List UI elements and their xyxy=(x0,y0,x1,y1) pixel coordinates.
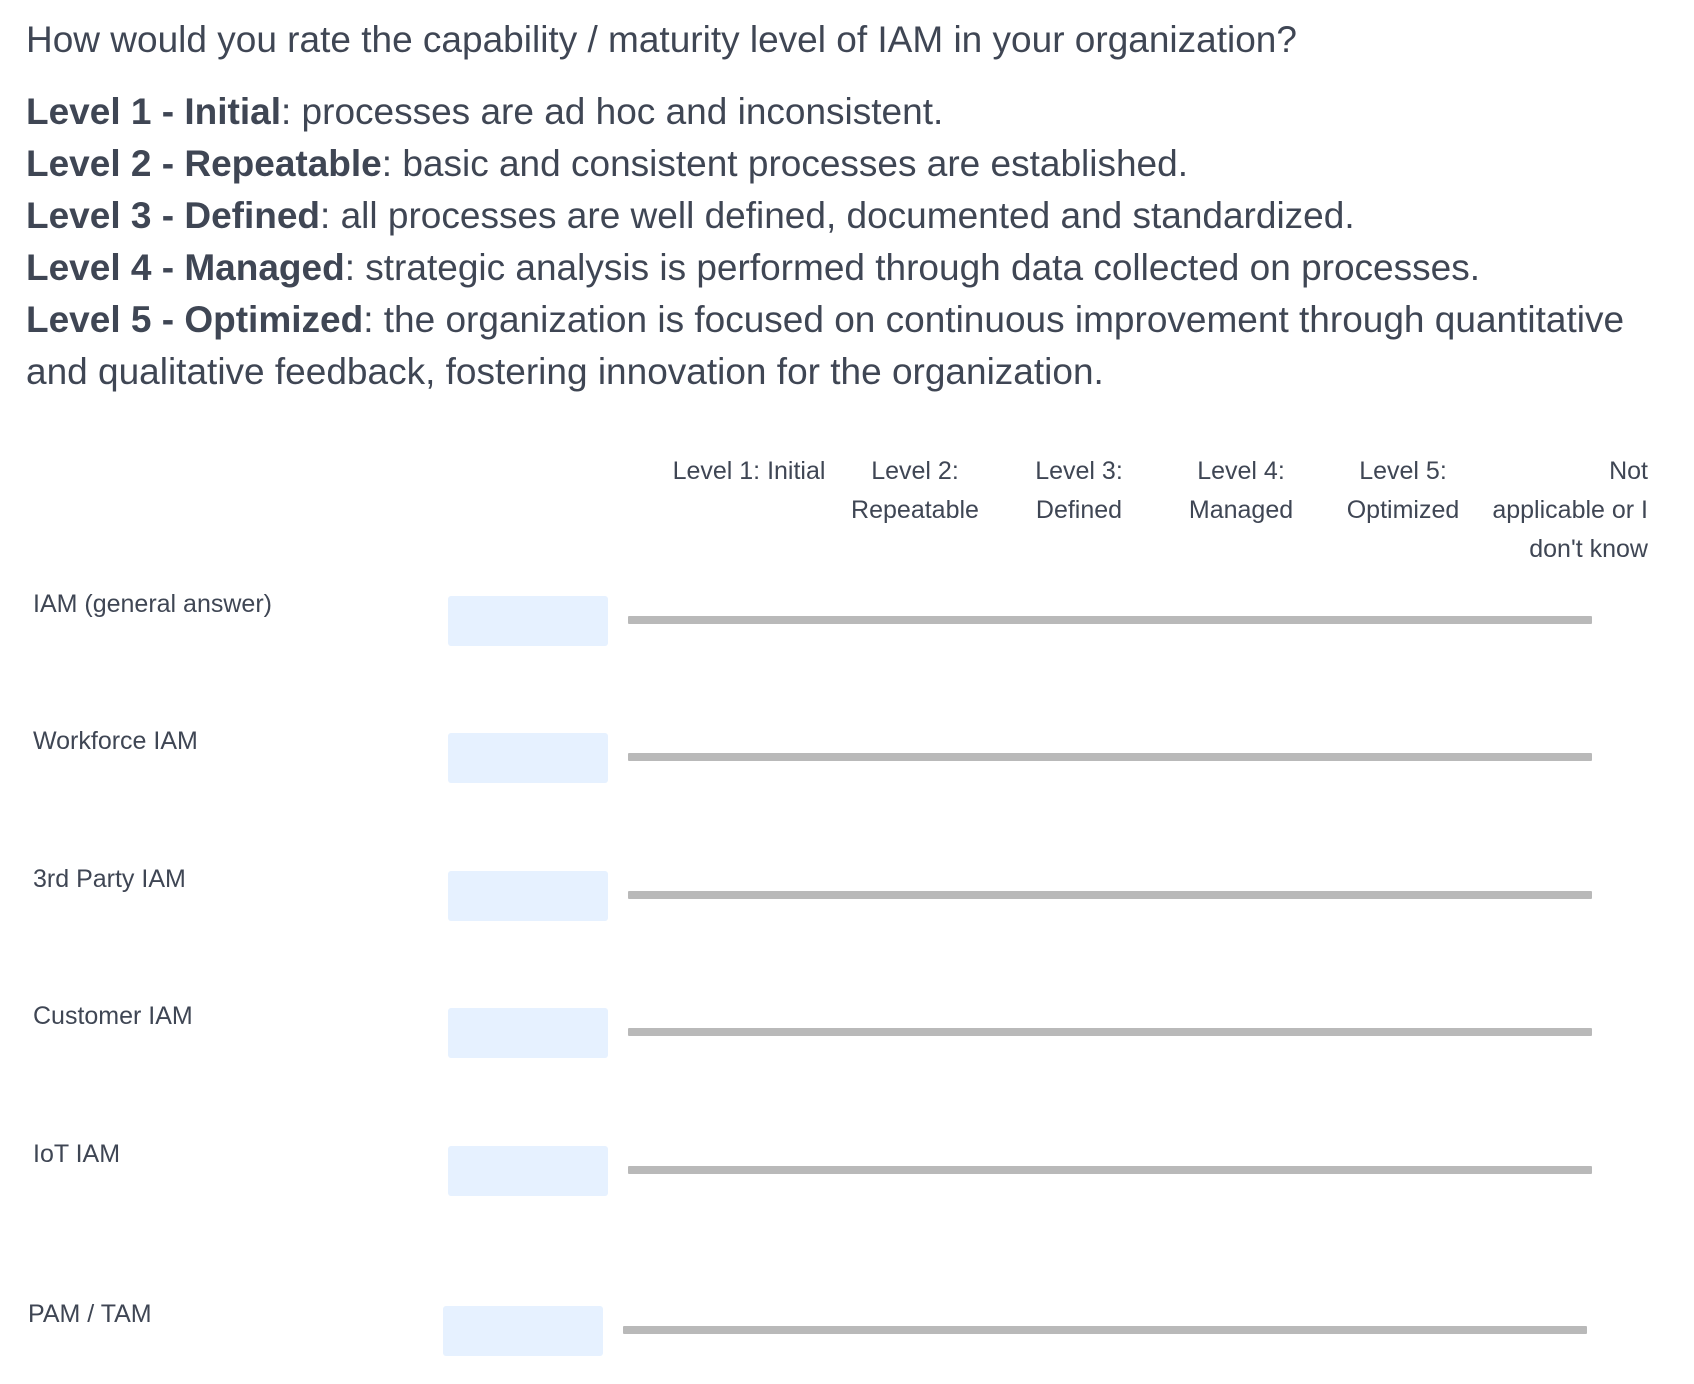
column-header-level-2: Level 2: Repeatable xyxy=(851,457,979,524)
level-2-desc: : basic and consistent processes are est… xyxy=(381,143,1188,184)
matrix-row: IoT IAM xyxy=(0,1138,1694,1218)
scale-column-headers: Level 1: Initial Level 2: Repeatable Lev… xyxy=(0,452,1694,572)
row-label: PAM / TAM xyxy=(28,1300,152,1328)
question-title: How would you rate the capability / matu… xyxy=(26,19,1297,60)
level-2-definition: Level 2 - Repeatable: basic and consiste… xyxy=(26,138,1666,190)
row-label: IoT IAM xyxy=(33,1140,121,1168)
level-1-name: Level 1 - Initial xyxy=(26,91,281,132)
level-3-name: Level 3 - Defined xyxy=(26,195,321,236)
question-text: How would you rate the capability / matu… xyxy=(26,14,1666,398)
slider-track[interactable] xyxy=(628,891,1592,899)
matrix-row: PAM / TAM xyxy=(0,1298,1694,1378)
slider-value-box[interactable] xyxy=(443,1306,603,1356)
level-3-desc: : all processes are well defined, docume… xyxy=(320,195,1355,236)
level-4-definition: Level 4 - Managed: strategic analysis is… xyxy=(26,242,1666,294)
slider-value-box[interactable] xyxy=(448,1008,608,1058)
level-1-definition: Level 1 - Initial: processes are ad hoc … xyxy=(26,86,1666,138)
column-header-level-4: Level 4: Managed xyxy=(1188,457,1294,524)
level-4-desc: : strategic analysis is performed throug… xyxy=(344,247,1480,288)
column-header-level-5: Level 5: Optimized xyxy=(1346,457,1460,524)
row-label: IAM (general answer) xyxy=(33,590,272,618)
level-5-definition: Level 5 - Optimized: the organization is… xyxy=(26,294,1666,398)
level-2-name: Level 2 - Repeatable xyxy=(26,143,382,184)
matrix-row: Workforce IAM xyxy=(0,725,1694,805)
row-label: Workforce IAM xyxy=(33,727,198,755)
slider-track[interactable] xyxy=(628,753,1592,761)
slider-value-box[interactable] xyxy=(448,871,608,921)
slider-track[interactable] xyxy=(628,1028,1592,1036)
matrix-row: Customer IAM xyxy=(0,1000,1694,1080)
slider-value-box[interactable] xyxy=(448,733,608,783)
row-label: Customer IAM xyxy=(33,1002,193,1030)
slider-track[interactable] xyxy=(628,1166,1592,1174)
slider-value-box[interactable] xyxy=(448,1146,608,1196)
column-header-not-applicable: Not applicable or I don't know xyxy=(1492,457,1648,563)
level-5-name: Level 5 - Optimized xyxy=(26,299,364,340)
level-4-name: Level 4 - Managed xyxy=(26,247,345,288)
slider-track[interactable] xyxy=(628,616,1592,624)
slider-value-box[interactable] xyxy=(448,596,608,646)
slider-track[interactable] xyxy=(623,1326,1587,1334)
column-header-level-3: Level 3: Defined xyxy=(1035,457,1123,524)
column-header-level-1: Level 1: Initial xyxy=(672,457,826,485)
row-label: 3rd Party IAM xyxy=(33,865,186,893)
level-1-desc: : processes are ad hoc and inconsistent. xyxy=(280,91,944,132)
level-3-definition: Level 3 - Defined: all processes are wel… xyxy=(26,190,1666,242)
matrix-row: 3rd Party IAM xyxy=(0,863,1694,943)
matrix-row: IAM (general answer) xyxy=(0,588,1694,668)
